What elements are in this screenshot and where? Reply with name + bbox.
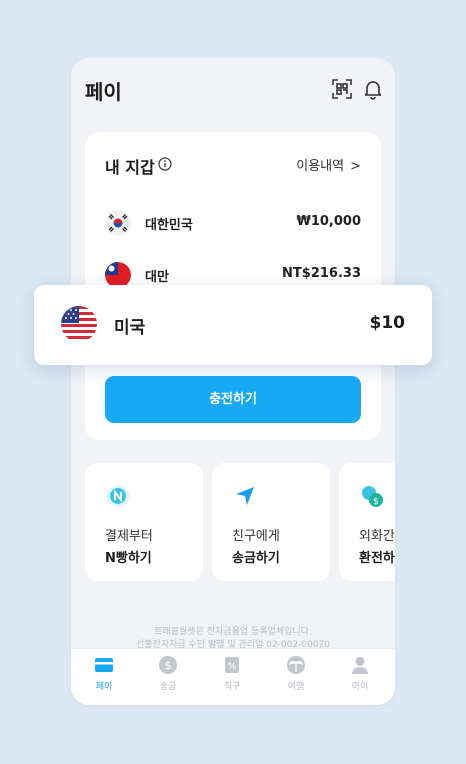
usa-flag-icon xyxy=(61,306,97,342)
bell-icon[interactable] xyxy=(362,78,384,100)
nav-item-pay[interactable]: 페이 xyxy=(72,655,136,692)
currency-amount: ₩10,000 xyxy=(296,214,361,229)
nav-label: 페이 xyxy=(95,682,113,692)
currency-name: 대만 xyxy=(145,270,169,285)
app-header: 페이 xyxy=(85,76,384,106)
card-icon xyxy=(95,658,113,672)
palm-tree-icon xyxy=(287,656,305,674)
send-arrow-icon xyxy=(236,487,254,505)
n-circle-icon xyxy=(107,485,129,507)
svg-text:$: $ xyxy=(373,497,379,507)
feature-title: 환전하 xyxy=(359,551,395,566)
feature-subtitle: 친구에게 xyxy=(232,529,280,544)
nav-label: 송금 xyxy=(159,682,177,692)
korea-flag-icon xyxy=(105,210,131,236)
qr-scan-icon[interactable] xyxy=(331,78,353,100)
person-icon xyxy=(352,657,368,674)
feature-subtitle: 외화간 xyxy=(359,529,395,544)
chevron-right-icon: > xyxy=(350,159,361,174)
nav-label: 직구 xyxy=(223,682,241,692)
currency-amount: $10 xyxy=(369,313,406,333)
feature-card-transfer[interactable]: 친구에게 송금하기 xyxy=(212,463,330,581)
history-link[interactable]: 이용내역 > xyxy=(296,155,361,174)
dollar-coin-icon: $ xyxy=(159,656,177,674)
feature-title: 송금하기 xyxy=(232,551,280,566)
feature-title: N빵하기 xyxy=(105,551,152,566)
legal-line-1: 트래블월렛은 전자금융업 등록업체입니다. xyxy=(154,627,312,637)
phone-frame: 페이 내 지갑 이용내역 > 대한민국 ₩10,000 대만 NT$216.33… xyxy=(71,58,395,705)
nav-item-travel[interactable]: 여행 xyxy=(264,655,328,692)
nav-item-transfer[interactable]: $ 송금 xyxy=(136,655,200,692)
info-icon[interactable] xyxy=(158,157,172,171)
currency-row-krw[interactable]: 대한민국 ₩10,000 xyxy=(105,208,361,238)
currency-amount: NT$216.33 xyxy=(282,266,361,281)
nav-item-shopping[interactable]: % 직구 xyxy=(200,655,264,692)
percent-tag-icon: % xyxy=(225,657,239,673)
nav-label: 여행 xyxy=(287,682,305,692)
svg-text:$: $ xyxy=(165,659,172,672)
charge-button[interactable]: 충전하기 xyxy=(105,376,361,423)
exchange-icon: $ xyxy=(362,486,383,507)
nav-item-my[interactable]: 마이 xyxy=(328,655,392,692)
feature-subtitle: 결제부터 xyxy=(105,529,153,544)
bottom-nav: 페이 $ 송금 % 직구 여행 마이 xyxy=(71,648,395,705)
page-title: 페이 xyxy=(85,80,122,104)
currency-name: 대한민국 xyxy=(145,218,193,233)
history-label: 이용내역 xyxy=(296,159,345,174)
nav-label: 마이 xyxy=(351,682,369,692)
currency-row-usd-highlight[interactable]: 미국 $10 xyxy=(34,285,432,365)
wallet-title: 내 지갑 xyxy=(105,158,155,177)
feature-card-exchange[interactable]: $ 외화간 환전하 xyxy=(339,463,395,581)
currency-name: 미국 xyxy=(114,318,146,338)
feature-card-split-pay[interactable]: 결제부터 N빵하기 xyxy=(85,463,203,581)
svg-text:%: % xyxy=(228,662,237,672)
